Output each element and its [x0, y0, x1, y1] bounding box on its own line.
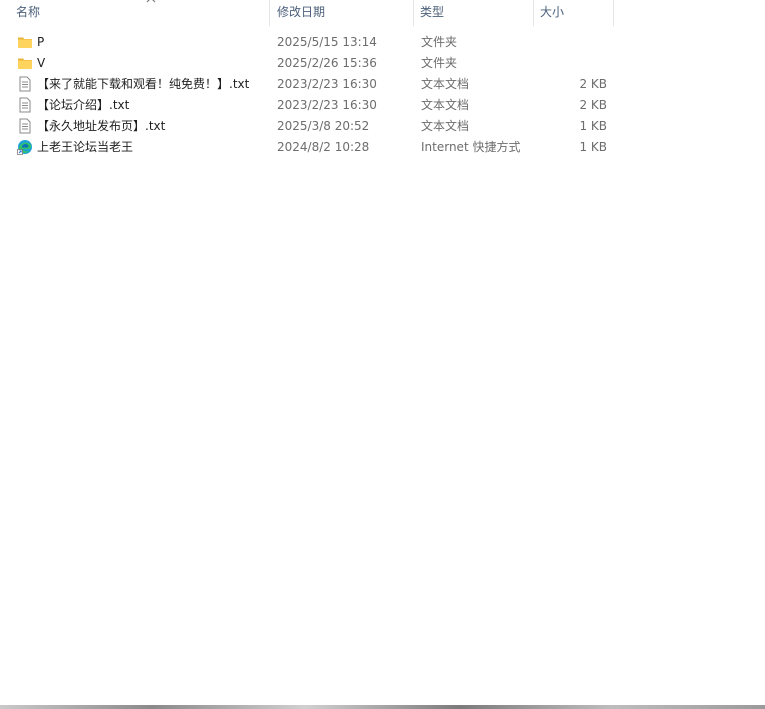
- file-name: 上老王论坛当老王: [37, 140, 134, 154]
- file-type: 文件夹: [421, 35, 458, 49]
- file-row[interactable]: 上老王论坛当老王 2024/8/2 10:28 Internet 快捷方式 1 …: [0, 137, 765, 158]
- file-size: 1 KB: [579, 140, 607, 154]
- file-list: P 2025/5/15 13:14 文件夹 V 2025/2/26 15:36 …: [0, 32, 765, 158]
- file-date: 2024/8/2 10:28: [277, 140, 370, 154]
- edge-shortcut-icon: [17, 140, 32, 155]
- file-name: 【来了就能下载和观看！纯免费！】.txt: [37, 77, 250, 91]
- taskbar-edge: [0, 705, 765, 709]
- text-file-icon: [19, 76, 31, 92]
- file-row[interactable]: P 2025/5/15 13:14 文件夹: [0, 32, 765, 53]
- column-header-size[interactable]: 大小: [534, 0, 614, 26]
- file-explorer: 名称 修改日期 类型 大小 P 2025/5/15 13:14 文件夹 V 20…: [0, 0, 765, 709]
- file-name: 【永久地址发布页】.txt: [37, 119, 166, 133]
- column-header-date[interactable]: 修改日期: [271, 0, 414, 26]
- folder-icon: [18, 37, 32, 48]
- column-header-name[interactable]: 名称: [10, 0, 270, 26]
- column-header-bar: 名称 修改日期 类型 大小: [0, 0, 765, 26]
- file-date: 2023/2/23 16:30: [277, 77, 377, 91]
- file-row[interactable]: 【论坛介绍】.txt 2023/2/23 16:30 文本文档 2 KB: [0, 95, 765, 116]
- file-name: 【论坛介绍】.txt: [37, 98, 130, 112]
- file-size: [540, 32, 607, 53]
- file-date: 2025/3/8 20:52: [277, 119, 370, 133]
- column-header-name-label: 名称: [16, 5, 41, 19]
- file-date: 2025/5/15 13:14: [277, 35, 377, 49]
- file-date: 2023/2/23 16:30: [277, 98, 377, 112]
- text-file-icon: [19, 97, 31, 113]
- file-row[interactable]: 【永久地址发布页】.txt 2025/3/8 20:52 文本文档 1 KB: [0, 116, 765, 137]
- file-size: [540, 53, 607, 74]
- file-name: P: [37, 35, 45, 49]
- sort-up-chevron-icon: [146, 0, 156, 3]
- file-size: 2 KB: [579, 77, 607, 91]
- file-size: 1 KB: [579, 119, 607, 133]
- file-date: 2025/2/26 15:36: [277, 56, 377, 70]
- file-size: 2 KB: [579, 98, 607, 112]
- column-header-type-label: 类型: [420, 5, 445, 19]
- file-name: V: [37, 56, 46, 70]
- folder-icon: [18, 58, 32, 69]
- file-type: 文件夹: [421, 56, 458, 70]
- file-type: 文本文档: [421, 119, 470, 133]
- file-row[interactable]: V 2025/2/26 15:36 文件夹: [0, 53, 765, 74]
- file-row[interactable]: 【来了就能下载和观看！纯免费！】.txt 2023/2/23 16:30 文本文…: [0, 74, 765, 95]
- column-header-date-label: 修改日期: [277, 5, 326, 19]
- column-header-size-label: 大小: [540, 5, 565, 19]
- file-type: 文本文档: [421, 77, 470, 91]
- column-header-type[interactable]: 类型: [414, 0, 534, 26]
- file-type: 文本文档: [421, 98, 470, 112]
- text-file-icon: [19, 118, 31, 134]
- file-type: Internet 快捷方式: [421, 140, 521, 154]
